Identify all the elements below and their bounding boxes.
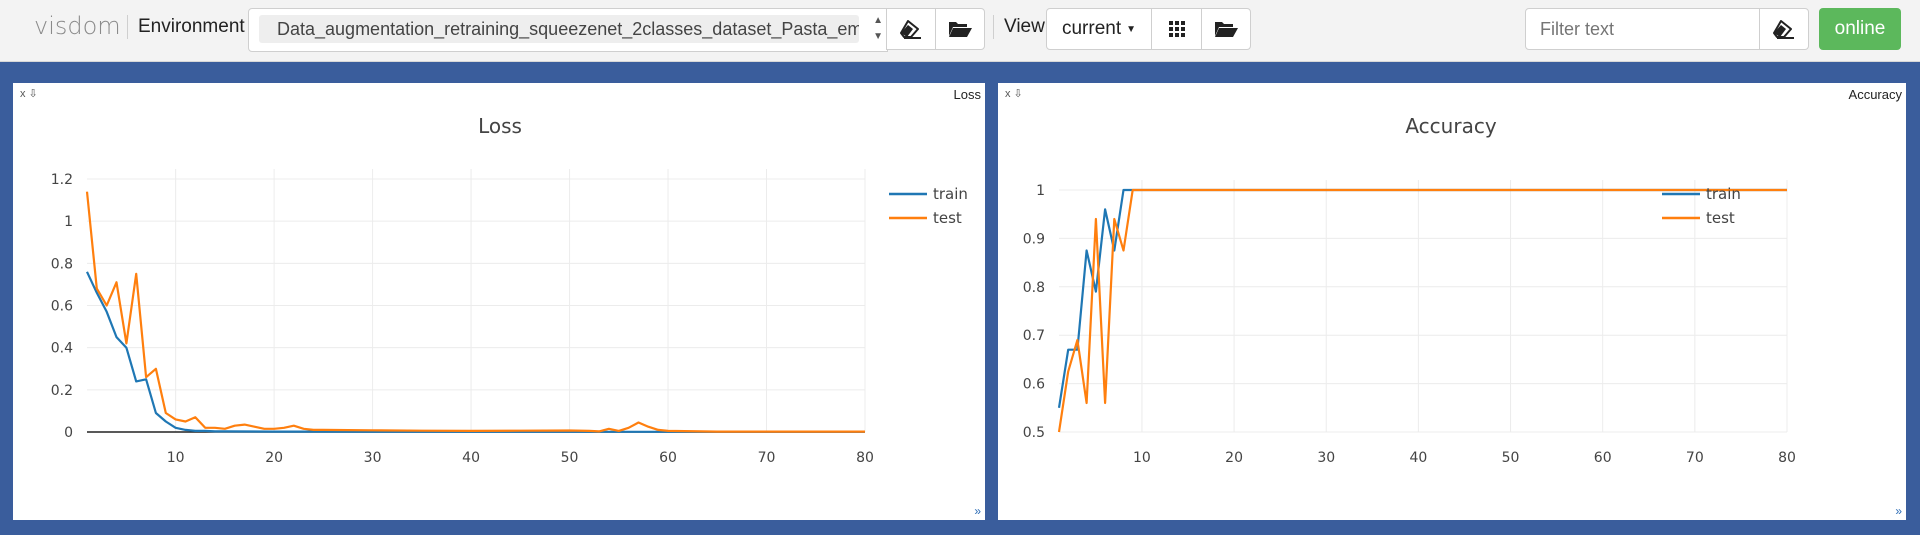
x-tick-label: 80 [856, 450, 874, 466]
legend-label: test [1706, 209, 1735, 227]
resize-handle-icon[interactable]: » [974, 504, 981, 518]
x-tick-label: 80 [1778, 450, 1796, 466]
top-toolbar: visdom Environment Data_augmentation_ret… [0, 0, 1920, 62]
x-tick-label: 40 [1409, 450, 1427, 466]
y-tick-label: 1 [1036, 183, 1045, 199]
x-tick-label: 70 [758, 450, 776, 466]
environment-select[interactable]: Data_augmentation_retraining_squeezenet_… [248, 8, 888, 52]
clear-filter-button[interactable] [1759, 8, 1809, 50]
x-tick-label: 10 [167, 450, 185, 466]
eraser-icon [900, 20, 921, 39]
x-tick-label: 30 [364, 450, 382, 466]
x-tick-label: 50 [1502, 450, 1520, 466]
environment-value: Data_augmentation_retraining_squeezenet_… [259, 15, 859, 43]
x-tick-label: 60 [659, 450, 677, 466]
resize-handle-icon[interactable]: » [1895, 504, 1902, 518]
view-value: current [1061, 18, 1122, 39]
y-tick-label: 0.8 [1023, 280, 1045, 296]
repack-layout-button[interactable] [1151, 8, 1202, 50]
x-tick-label: 40 [462, 450, 480, 466]
y-tick-label: 1.2 [51, 172, 73, 188]
y-tick-label: 0.7 [1023, 328, 1045, 344]
x-tick-label: 30 [1317, 450, 1335, 466]
y-tick-label: 0.2 [51, 383, 73, 399]
caret-down-icon: ▼ [1126, 23, 1137, 35]
accuracy-chart: Accuracy 0.5 0.6 0.7 0.8 0.9 1 10 20 30 40 50 60 70 80… [1023, 114, 1796, 466]
y-tick-label: 0.9 [1023, 231, 1045, 247]
x-tick-label: 10 [1133, 450, 1151, 466]
x-tick-label: 20 [265, 450, 283, 466]
view-select[interactable]: current ▼ [1046, 8, 1152, 50]
environment-label: Environment [138, 16, 245, 37]
legend-label: train [933, 185, 968, 203]
x-tick-label: 60 [1594, 450, 1612, 466]
legend-label: train [1706, 185, 1741, 203]
y-tick-label: 0.5 [1023, 425, 1045, 441]
divider [993, 15, 994, 39]
legend-label: test [933, 209, 962, 227]
series-line-train [1057, 188, 1787, 408]
clear-environment-button[interactable] [886, 8, 936, 50]
loss-window[interactable]: x ⇩ Loss Loss 0 0.2 0.4 0.6 0.8 1 1.2 10 20 30 40 50… [13, 83, 985, 520]
series-line-test [1057, 188, 1787, 433]
x-tick-label: 70 [1686, 450, 1704, 466]
series-line-test [85, 191, 865, 433]
x-tick-label: 20 [1225, 450, 1243, 466]
y-tick-label: 0.6 [51, 299, 73, 315]
folder-open-icon [949, 22, 972, 37]
accuracy-window[interactable]: x ⇩ Accuracy Accuracy 0.5 0.6 0.7 0.8 0.9 1 10 2… [998, 83, 1906, 520]
divider [127, 15, 128, 39]
chart-title: Accuracy [1405, 114, 1496, 138]
manage-environments-button[interactable] [935, 8, 985, 50]
manage-views-button[interactable] [1201, 8, 1251, 50]
loss-chart: Loss 0 0.2 0.4 0.6 0.8 1 1.2 10 20 30 40 50 60 70 80 tra… [51, 114, 968, 466]
view-label: View [1004, 16, 1045, 37]
y-tick-label: 0 [64, 425, 73, 441]
y-tick-label: 1 [64, 214, 73, 230]
y-tick-label: 0.4 [51, 341, 73, 357]
y-tick-label: 0.8 [51, 256, 73, 272]
chart-title: Loss [478, 114, 522, 138]
series-line-train [86, 271, 865, 433]
brand-logo: visdom [34, 12, 121, 40]
y-tick-label: 0.6 [1023, 377, 1045, 393]
spinner-arrows-icon[interactable]: ▲ ▼ [873, 13, 883, 45]
filter-input[interactable] [1525, 8, 1760, 50]
grid-icon [1168, 21, 1185, 37]
online-status-button[interactable]: online [1819, 8, 1901, 50]
x-tick-label: 50 [561, 450, 579, 466]
eraser-icon [1773, 20, 1794, 39]
folder-open-icon [1215, 22, 1238, 37]
